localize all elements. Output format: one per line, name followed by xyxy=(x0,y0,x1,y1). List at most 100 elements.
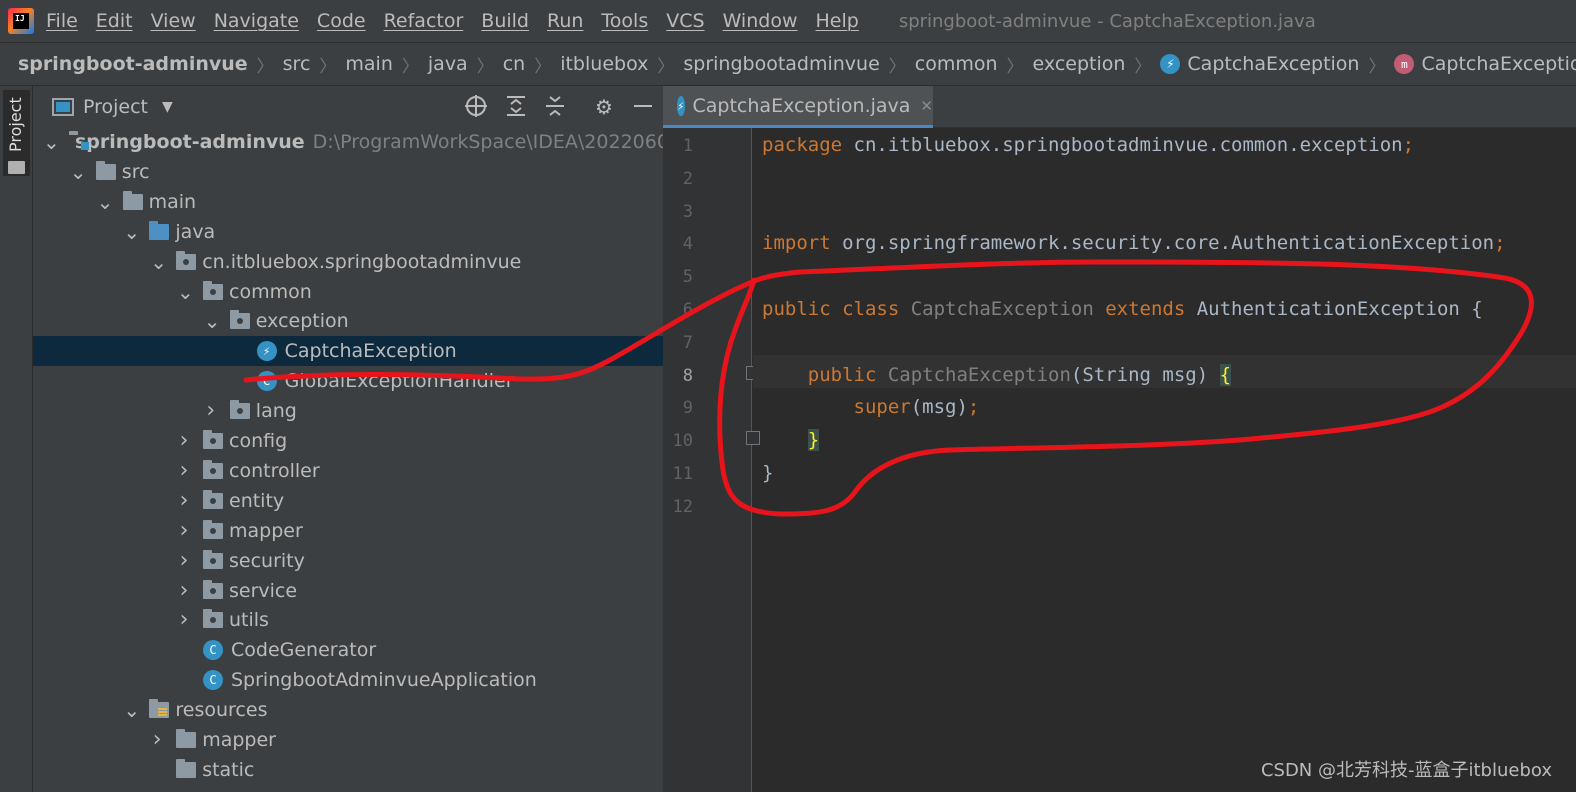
menu-code[interactable]: Code xyxy=(317,10,366,32)
editor-tab-captcha-exception[interactable]: ⚡ CaptchaException.java ✕ xyxy=(663,86,933,128)
code-token: AuthenticationException { xyxy=(1185,298,1483,320)
breadcrumb-item[interactable]: exception xyxy=(1033,53,1126,75)
menu-vcs[interactable]: VCS xyxy=(666,10,704,32)
tree-row[interactable]: ⌄ cn.itbluebox.springbootadminvue xyxy=(33,247,663,277)
chevron-down-icon[interactable]: ⌄ xyxy=(150,252,167,272)
chevron-right-icon[interactable]: › xyxy=(177,489,191,511)
line-number-gutter[interactable]: 1 2 3 4 5 6 7 8 9 10 11 12 xyxy=(663,128,760,792)
package-icon xyxy=(203,609,223,629)
menu-help[interactable]: Help xyxy=(815,10,858,32)
tree-row[interactable]: ⌄ exception xyxy=(33,306,663,336)
folder-icon xyxy=(176,729,197,748)
code-line[interactable]: } xyxy=(762,429,820,452)
code-line[interactable]: super(msg); xyxy=(762,396,980,419)
menu-items: File Edit View Navigate Code Refactor Build Run… xyxy=(46,10,877,32)
tree-row[interactable]: ⌄ springboot-adminvue D:\ProgramWorkSpace\… xyxy=(33,127,663,157)
tree-row[interactable]: › utils xyxy=(33,605,663,635)
tree-row[interactable]: C SpringbootAdminvueApplication xyxy=(33,665,663,695)
locate-icon[interactable] xyxy=(463,94,489,120)
tree-row[interactable]: › mapper xyxy=(33,516,663,546)
breadcrumb-item[interactable]: springboot-adminvue xyxy=(18,53,248,75)
tree-row[interactable]: ⌄ resources xyxy=(33,695,663,725)
package-icon xyxy=(203,430,223,449)
menu-refactor[interactable]: Refactor xyxy=(384,10,464,32)
tree-row[interactable]: ⌄ common xyxy=(33,277,663,307)
chevron-down-icon[interactable]: ⌄ xyxy=(177,282,194,302)
tree-row[interactable]: ⌄ main xyxy=(33,187,663,217)
gear-icon[interactable]: ⚙ xyxy=(591,94,617,120)
tree-item-label: mapper xyxy=(202,729,276,751)
breadcrumb-item[interactable]: java xyxy=(428,53,468,75)
chevron-down-icon[interactable]: ⌄ xyxy=(123,700,140,720)
menu-edit[interactable]: Edit xyxy=(96,10,133,32)
tab-label: CaptchaException.java xyxy=(692,94,911,117)
fold-marker-icon[interactable] xyxy=(746,431,760,446)
breadcrumb-item[interactable]: m CaptchaException xyxy=(1394,53,1576,75)
tree-row[interactable]: C CodeGenerator xyxy=(33,635,663,665)
code-line[interactable]: } xyxy=(762,462,773,484)
chevron-down-icon[interactable]: ⌄ xyxy=(97,192,114,212)
tree-row[interactable]: › mapper xyxy=(33,725,663,755)
tree-row[interactable]: › security xyxy=(33,546,663,576)
chevron-right-icon[interactable]: › xyxy=(177,579,191,601)
expand-all-icon[interactable] xyxy=(503,94,529,120)
chevron-right-icon[interactable]: › xyxy=(177,549,191,571)
tree-row[interactable]: › service xyxy=(33,576,663,606)
chevron-down-icon[interactable]: ⌄ xyxy=(204,311,221,331)
tree-row[interactable]: › config xyxy=(33,426,663,456)
breadcrumb-item[interactable]: ⚡ CaptchaException xyxy=(1160,53,1359,75)
code-line[interactable]: import org.springframework.security.core… xyxy=(762,232,1506,254)
code-line[interactable]: public class CaptchaException extends Au… xyxy=(762,298,1483,320)
breadcrumb-label: springboot-adminvue xyxy=(18,53,248,75)
close-icon[interactable]: ✕ xyxy=(920,97,933,115)
menu-navigate[interactable]: Navigate xyxy=(214,10,299,32)
breadcrumb-item[interactable]: common xyxy=(915,53,998,75)
chevron-right-icon[interactable]: › xyxy=(177,609,191,631)
breadcrumb-item[interactable]: cn xyxy=(503,53,526,75)
intellij-logo-icon[interactable]: IJ xyxy=(8,8,34,34)
chevron-right-icon[interactable]: › xyxy=(204,400,218,422)
exception-class-icon: ⚡ xyxy=(256,341,277,362)
breadcrumb-label: springbootadminvue xyxy=(683,53,880,75)
tree-row[interactable]: ⌄ src xyxy=(33,157,663,187)
code-token: ; xyxy=(967,396,980,419)
menu-view[interactable]: View xyxy=(151,10,196,32)
project-panel-header: Project ▼ ⚙ xyxy=(33,86,663,128)
chevron-down-icon[interactable]: ▼ xyxy=(162,99,173,115)
tree-row[interactable]: ⌄ java xyxy=(33,217,663,247)
menu-window[interactable]: Window xyxy=(723,10,798,32)
breadcrumb-item[interactable]: itbluebox xyxy=(560,53,648,75)
code-token: } xyxy=(762,462,774,484)
tree-row[interactable]: › entity xyxy=(33,486,663,516)
chevron-right-icon[interactable]: › xyxy=(150,729,164,751)
line-number: 3 xyxy=(682,201,693,222)
module-path: D:\ProgramWorkSpace\IDEA\20220602\sp xyxy=(312,131,663,153)
tree-row[interactable]: C GlobalExceptionHandler xyxy=(33,366,663,396)
menu-file[interactable]: File xyxy=(46,10,78,32)
tree-item-label: CaptchaException xyxy=(284,340,457,363)
chevron-down-icon[interactable]: ⌄ xyxy=(43,132,60,152)
chevron-right-icon[interactable]: › xyxy=(177,519,191,541)
chevron-down-icon[interactable]: ⌄ xyxy=(123,222,140,242)
code-line[interactable]: package cn.itbluebox.springbootadminvue.… xyxy=(762,134,1414,156)
chevron-right-icon[interactable]: › xyxy=(177,459,191,481)
menu-run[interactable]: Run xyxy=(547,10,583,32)
breadcrumb-item[interactable]: springbootadminvue xyxy=(683,53,879,75)
breadcrumb-item[interactable]: src xyxy=(283,53,311,75)
code-line[interactable]: public CaptchaException(String msg) { xyxy=(762,363,1232,386)
class-icon: C xyxy=(203,640,223,661)
tree-row[interactable]: ⚡ CaptchaException xyxy=(33,336,663,367)
chevron-right-icon[interactable]: › xyxy=(177,430,191,452)
breadcrumb-item[interactable]: main xyxy=(345,53,392,75)
project-panel-title[interactable]: Project xyxy=(83,96,148,118)
spring-app-class-icon: C xyxy=(203,670,223,691)
chevron-down-icon[interactable]: ⌄ xyxy=(70,162,87,182)
collapse-all-icon[interactable] xyxy=(542,94,568,120)
menu-tools[interactable]: Tools xyxy=(601,10,648,32)
tree-row[interactable]: › lang xyxy=(33,396,663,426)
menu-build[interactable]: Build xyxy=(481,10,529,32)
breadcrumb-label: cn xyxy=(502,53,526,75)
tree-row[interactable]: static xyxy=(33,755,663,785)
tree-row[interactable]: › controller xyxy=(33,456,663,486)
minimize-icon[interactable] xyxy=(630,94,656,120)
